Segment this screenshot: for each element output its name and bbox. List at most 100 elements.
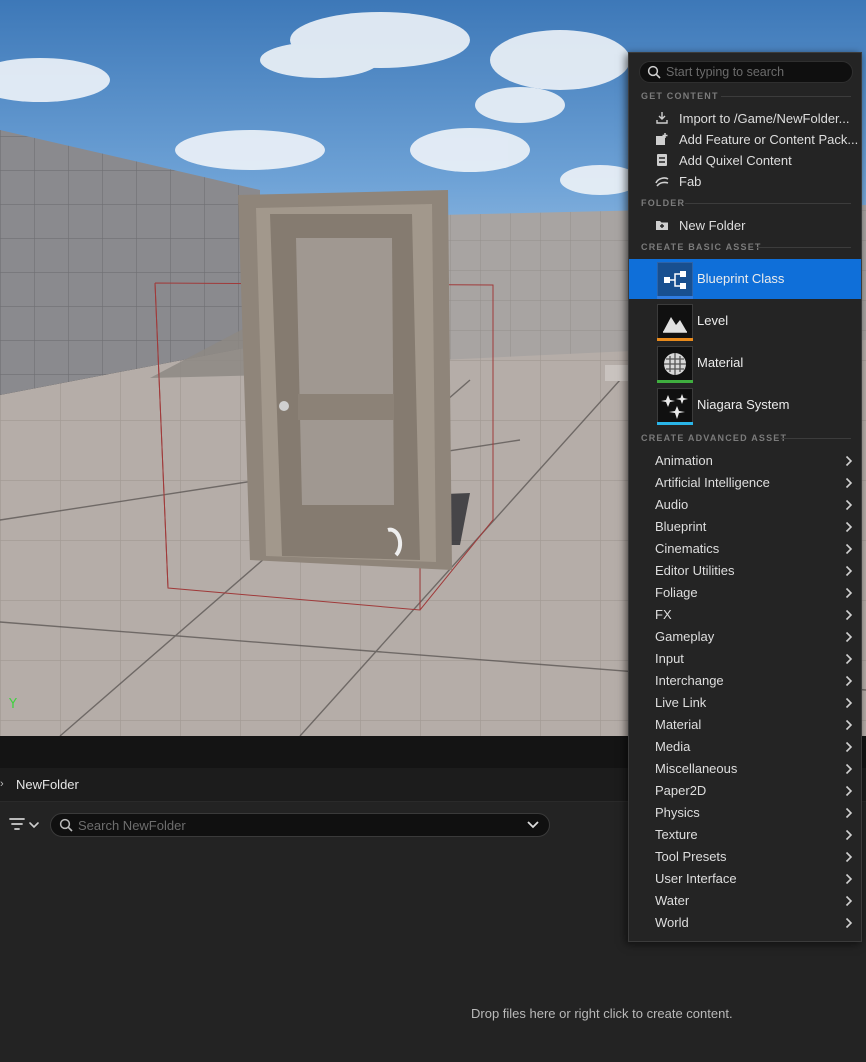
menu-item-fab[interactable]: Fab xyxy=(629,171,861,192)
asset-color-bar xyxy=(657,338,693,341)
chevron-right-icon xyxy=(845,499,853,511)
section-folder: FOLDER xyxy=(641,198,686,208)
breadcrumb-arrow-icon[interactable]: › xyxy=(0,778,4,790)
menu-item-advanced[interactable]: Blueprint xyxy=(629,516,861,538)
chevron-right-icon xyxy=(845,653,853,665)
chevron-right-icon xyxy=(845,609,853,621)
menu-item-advanced[interactable]: Tool Presets xyxy=(629,846,861,868)
menu-item-label: Editor Utilities xyxy=(655,563,735,578)
menu-item-label: Input xyxy=(655,651,684,666)
chevron-right-icon xyxy=(845,521,853,533)
menu-item-advanced[interactable]: Artificial Intelligence xyxy=(629,472,861,494)
section-divider xyxy=(781,438,851,439)
chevron-right-icon xyxy=(845,565,853,577)
content-search-input[interactable]: Search NewFolder xyxy=(50,813,550,837)
chevron-down-icon[interactable] xyxy=(527,820,539,830)
menu-item-advanced[interactable]: Animation xyxy=(629,450,861,472)
menu-item-label: Animation xyxy=(655,453,713,468)
menu-item-label: User Interface xyxy=(655,871,737,886)
menu-item-advanced[interactable]: Material xyxy=(629,714,861,736)
chevron-right-icon xyxy=(845,697,853,709)
chevron-right-icon xyxy=(845,851,853,863)
menu-item-label: FX xyxy=(655,607,672,622)
search-icon xyxy=(647,65,661,79)
menu-item-advanced[interactable]: World xyxy=(629,912,861,934)
menu-item-quixel[interactable]: Add Quixel Content xyxy=(629,150,861,171)
menu-item-label: Tool Presets xyxy=(655,849,727,864)
filter-icon xyxy=(9,818,39,830)
menu-item-label: Miscellaneous xyxy=(655,761,738,776)
menu-item-blueprint-class[interactable]: Blueprint Class xyxy=(629,259,861,299)
menu-item-new-folder[interactable]: New Folder xyxy=(629,215,861,236)
quixel-icon xyxy=(657,154,667,166)
menu-item-label: Water xyxy=(655,893,690,908)
menu-item-label: Niagara System xyxy=(697,397,790,412)
menu-item-material[interactable]: Material xyxy=(629,343,861,383)
menu-item-label: Gameplay xyxy=(655,629,715,644)
menu-item-advanced[interactable]: Live Link xyxy=(629,692,861,714)
menu-item-level[interactable]: Level xyxy=(629,301,861,341)
chevron-right-icon xyxy=(845,675,853,687)
breadcrumb-item-newfolder[interactable]: NewFolder xyxy=(16,777,79,792)
menu-item-label: Material xyxy=(697,355,744,370)
section-divider xyxy=(757,247,851,248)
menu-item-label: Interchange xyxy=(655,673,724,688)
menu-item-label: Add Quixel Content xyxy=(679,153,792,168)
menu-item-import[interactable]: Import to /Game/NewFolder... xyxy=(629,108,861,129)
level-icon xyxy=(657,304,693,340)
menu-item-advanced[interactable]: Foliage xyxy=(629,582,861,604)
menu-item-advanced[interactable]: Cinematics xyxy=(629,538,861,560)
menu-item-label: Media xyxy=(655,739,691,754)
chevron-right-icon xyxy=(845,587,853,599)
menu-item-label: Foliage xyxy=(655,585,698,600)
axis-indicator: Y xyxy=(9,697,17,712)
menu-item-advanced[interactable]: FX xyxy=(629,604,861,626)
menu-item-advanced[interactable]: Interchange xyxy=(629,670,861,692)
menu-item-advanced[interactable]: Texture xyxy=(629,824,861,846)
menu-item-advanced[interactable]: Physics xyxy=(629,802,861,824)
menu-item-advanced[interactable]: Gameplay xyxy=(629,626,861,648)
section-divider xyxy=(721,96,851,97)
menu-item-niagara-system[interactable]: Niagara System xyxy=(629,385,861,425)
menu-item-add-feature[interactable]: Add Feature or Content Pack... xyxy=(629,129,861,150)
chevron-right-icon xyxy=(845,543,853,555)
blueprint-class-icon xyxy=(657,262,693,298)
chevron-right-icon xyxy=(845,763,853,775)
menu-item-advanced[interactable]: Miscellaneous xyxy=(629,758,861,780)
menu-item-label: World xyxy=(655,915,689,930)
menu-item-label: Audio xyxy=(655,497,689,512)
content-pack-icon xyxy=(656,133,668,145)
menu-item-label: Level xyxy=(697,313,729,328)
menu-item-advanced[interactable]: Paper2D xyxy=(629,780,861,802)
menu-item-advanced[interactable]: Media xyxy=(629,736,861,758)
menu-item-advanced[interactable]: Audio xyxy=(629,494,861,516)
section-get-content: GET CONTENT xyxy=(641,91,719,101)
section-divider xyxy=(685,203,851,204)
chevron-right-icon xyxy=(845,785,853,797)
menu-item-advanced[interactable]: User Interface xyxy=(629,868,861,890)
chevron-right-icon xyxy=(845,455,853,467)
menu-item-label: Paper2D xyxy=(655,783,707,798)
menu-search-input[interactable]: Start typing to search xyxy=(639,61,853,83)
menu-item-advanced[interactable]: Editor Utilities xyxy=(629,560,861,582)
search-icon xyxy=(59,818,73,832)
menu-item-label: Add Feature or Content Pack... xyxy=(679,132,859,147)
add-content-menu: Start typing to search GET CONTENT Impor… xyxy=(628,52,862,942)
asset-color-bar xyxy=(657,422,693,425)
chevron-right-icon xyxy=(845,719,853,731)
menu-item-advanced[interactable]: Input xyxy=(629,648,861,670)
menu-item-advanced[interactable]: Water xyxy=(629,890,861,912)
menu-item-label: Blueprint xyxy=(655,519,707,534)
chevron-right-icon xyxy=(845,741,853,753)
chevron-right-icon xyxy=(845,917,853,929)
menu-item-label: Blueprint Class xyxy=(697,271,785,286)
section-basic-asset: CREATE BASIC ASSET xyxy=(641,242,762,252)
search-placeholder: Search NewFolder xyxy=(78,818,186,833)
niagara-icon xyxy=(657,388,693,424)
new-folder-icon xyxy=(656,221,668,230)
import-icon xyxy=(656,112,668,124)
menu-item-label: Material xyxy=(655,717,702,732)
section-advanced-asset: CREATE ADVANCED ASSET xyxy=(641,433,788,443)
menu-item-label: Physics xyxy=(655,805,700,820)
filter-button[interactable] xyxy=(8,814,44,836)
